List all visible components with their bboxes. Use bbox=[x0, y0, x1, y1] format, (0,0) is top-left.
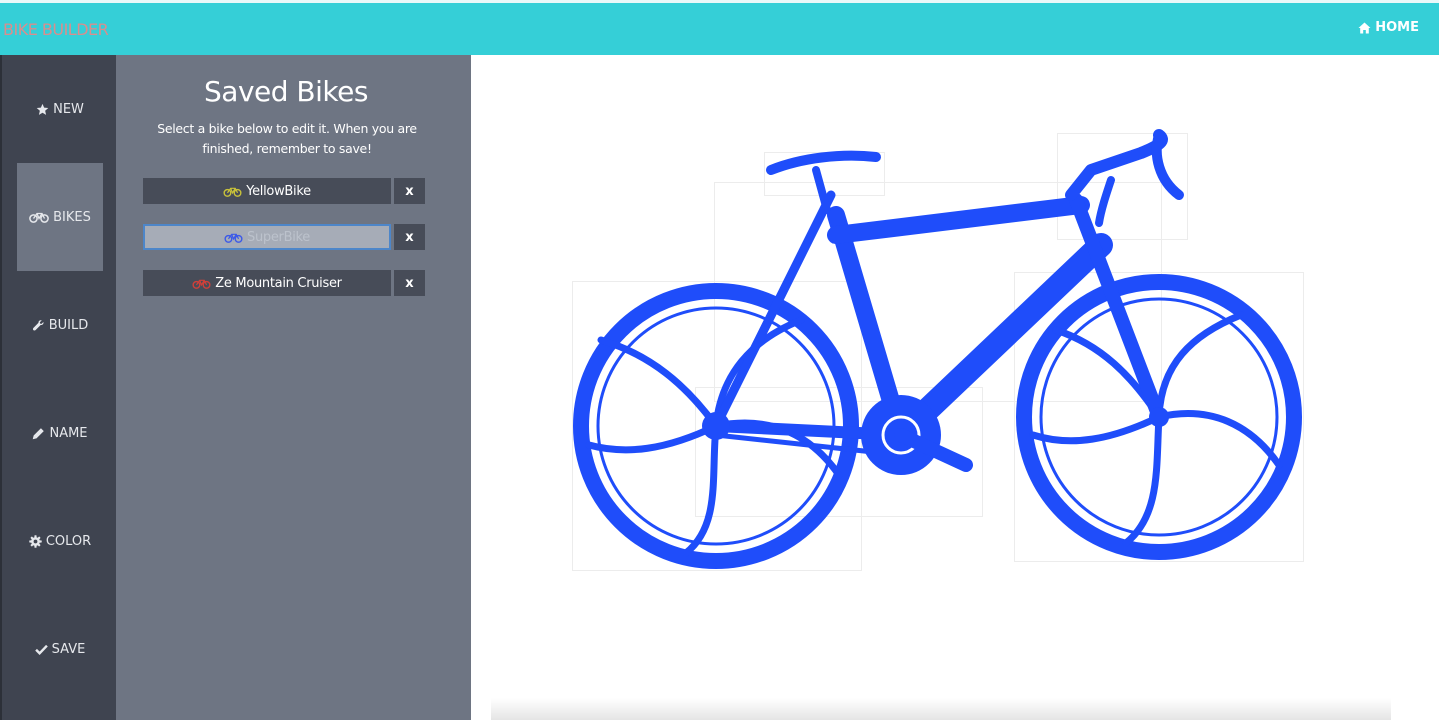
home-label: HOME bbox=[1375, 20, 1419, 35]
bicycle-icon bbox=[224, 233, 243, 243]
sidebar: NEW BIKES BUILD NAME COLOR SAVE bbox=[0, 55, 116, 720]
bike-canvas bbox=[471, 55, 1439, 720]
delete-bike-button[interactable]: x bbox=[394, 178, 425, 204]
bike-illustration bbox=[573, 129, 1302, 569]
bicycle-icon bbox=[223, 187, 242, 197]
saved-bike-name: Ze Mountain Cruiser bbox=[215, 275, 342, 291]
top-navbar: BIKE BUILDER HOME bbox=[0, 0, 1439, 55]
gear-icon bbox=[29, 534, 42, 548]
delete-bike-button[interactable]: x bbox=[394, 270, 425, 296]
saved-bike-button[interactable]: YellowBike bbox=[143, 178, 391, 204]
bicycle-icon bbox=[29, 212, 49, 223]
nav-label-build: BUILD bbox=[48, 317, 89, 333]
brand-logo[interactable]: BIKE BUILDER bbox=[3, 20, 109, 39]
pencil-icon bbox=[33, 427, 45, 439]
home-link[interactable]: HOME bbox=[1358, 20, 1419, 35]
saved-bike-name: SuperBike bbox=[247, 229, 310, 245]
saved-bike-button[interactable]: Ze Mountain Cruiser bbox=[143, 270, 391, 296]
panel-title: Saved Bikes bbox=[204, 75, 368, 108]
home-icon bbox=[1358, 22, 1371, 33]
nav-item-new[interactable]: NEW bbox=[17, 55, 103, 163]
nav-label-name: NAME bbox=[49, 425, 88, 441]
nav-item-build[interactable]: BUILD bbox=[17, 271, 103, 379]
saved-bike-row: YellowBike x bbox=[143, 178, 425, 204]
check-icon bbox=[34, 644, 48, 655]
saved-bike-name: YellowBike bbox=[246, 183, 311, 199]
nav-label-save: SAVE bbox=[51, 641, 86, 657]
delete-bike-button[interactable]: x bbox=[394, 224, 425, 250]
saved-bike-row: Ze Mountain Cruiser x bbox=[143, 270, 425, 296]
nav-label-new: NEW bbox=[53, 101, 84, 117]
nav-item-bikes[interactable]: BIKES bbox=[17, 163, 103, 271]
saved-bike-button[interactable]: SuperBike bbox=[143, 224, 391, 250]
wrench-icon bbox=[32, 319, 44, 331]
star-icon bbox=[36, 103, 49, 115]
saved-bikes-panel: Saved Bikes Select a bike below to edit … bbox=[116, 55, 471, 720]
canvas-shadow bbox=[491, 698, 1391, 720]
nav-item-color[interactable]: COLOR bbox=[17, 487, 103, 595]
bicycle-icon bbox=[192, 279, 211, 289]
nav-label-color: COLOR bbox=[45, 533, 92, 549]
saved-bike-row: SuperBike x bbox=[143, 224, 425, 250]
panel-description: Select a bike below to edit it. When you… bbox=[157, 121, 417, 156]
nav-item-save[interactable]: SAVE bbox=[17, 595, 103, 703]
nav-item-name[interactable]: NAME bbox=[17, 379, 103, 487]
nav-label-bikes: BIKES bbox=[53, 209, 91, 225]
